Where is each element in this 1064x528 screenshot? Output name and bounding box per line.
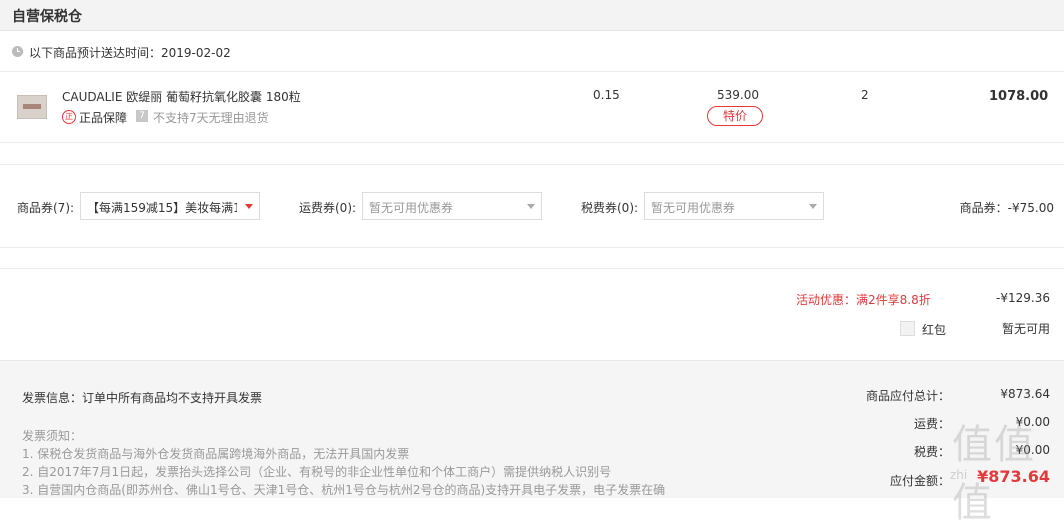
invoice-note: 2. 自2017年7月1日起，发票抬头选择公司（企业、有税号的非企业性单位和个体…	[22, 465, 612, 479]
invoice-note: 1. 保税仓发货商品与海外仓发货商品属跨境海外商品，无法开具国内发票	[22, 447, 410, 461]
section-title: 自营保税仓	[12, 9, 82, 25]
tax-coupon-label: 税费券(0):	[581, 201, 639, 215]
no-return-label: 不支持7天无理由退货	[153, 111, 269, 125]
tax-fee-label: 税费：	[914, 445, 951, 459]
goods-total-value: ¥873.64	[1000, 387, 1050, 401]
tax-coupon-value: 暂无可用优惠券	[651, 201, 736, 215]
shipping-coupon-label: 运费券(0):	[299, 201, 357, 215]
genuine-guarantee-icon: 正	[62, 110, 76, 124]
section-header: 自营保税仓	[0, 0, 1064, 31]
divider	[0, 268, 1064, 269]
activity-discount-label: 活动优惠：满2件享8.8折	[796, 293, 931, 307]
tax-coupon-select[interactable]: 暂无可用优惠券	[644, 192, 824, 220]
tax-rate: 0.15	[593, 88, 620, 102]
product-name-link[interactable]: CAUDALIE 欧缇丽 葡萄籽抗氧化胶囊 180粒	[62, 88, 301, 105]
unit-price: 539.00	[717, 88, 759, 102]
delivery-time: 以下商品预计送达时间：2019-02-02	[29, 46, 231, 60]
invoice-info: 发票信息：订单中所有商品均不支持开具发票	[22, 391, 263, 405]
divider	[0, 164, 1064, 165]
chevron-down-icon	[809, 204, 817, 209]
chevron-down-icon	[527, 204, 535, 209]
activity-discount-amount: -¥129.36	[996, 291, 1050, 305]
quantity: 2	[861, 88, 869, 102]
shipping-fee-label: 运费：	[914, 417, 951, 431]
divider	[0, 71, 1064, 72]
invoice-note: 3. 自营国内仓商品(即苏州仓、佛山1号仓、天津1号仓、杭州1号仓与杭州2号仓的…	[22, 483, 666, 497]
invoice-notice-title: 发票须知：	[22, 429, 83, 443]
no-return-icon: 7	[136, 110, 148, 122]
goods-coupon-select[interactable]: 【每满159减15】美妆每满1...	[80, 192, 260, 220]
shipping-coupon-select[interactable]: 暂无可用优惠券	[362, 192, 542, 220]
goods-coupon-label: 商品券(7):	[17, 201, 75, 215]
watermark-sub: zhi	[950, 468, 968, 482]
red-packet-label: 红包	[922, 323, 947, 337]
goods-total-label: 商品应付总计：	[866, 389, 951, 403]
special-price-badge: 特价	[707, 106, 763, 126]
payable-label: 应付金额：	[890, 474, 951, 488]
red-packet-checkbox[interactable]	[900, 321, 915, 336]
red-packet-status: 暂无可用	[1001, 322, 1050, 336]
goods-coupon-amount: 商品券：-¥75.00	[959, 201, 1054, 215]
product-thumbnail[interactable]	[17, 95, 47, 119]
watermark-logo: 值值值	[952, 422, 1036, 526]
subtotal: 1078.00	[989, 89, 1049, 104]
genuine-guarantee-label: 正品保障	[79, 111, 128, 125]
chevron-down-icon	[245, 204, 253, 209]
divider	[0, 142, 1064, 143]
shipping-coupon-value: 暂无可用优惠券	[369, 201, 454, 215]
divider	[0, 247, 1064, 248]
goods-coupon-value: 【每满159减15】美妆每满1...	[87, 201, 237, 215]
clock-icon	[12, 46, 23, 57]
